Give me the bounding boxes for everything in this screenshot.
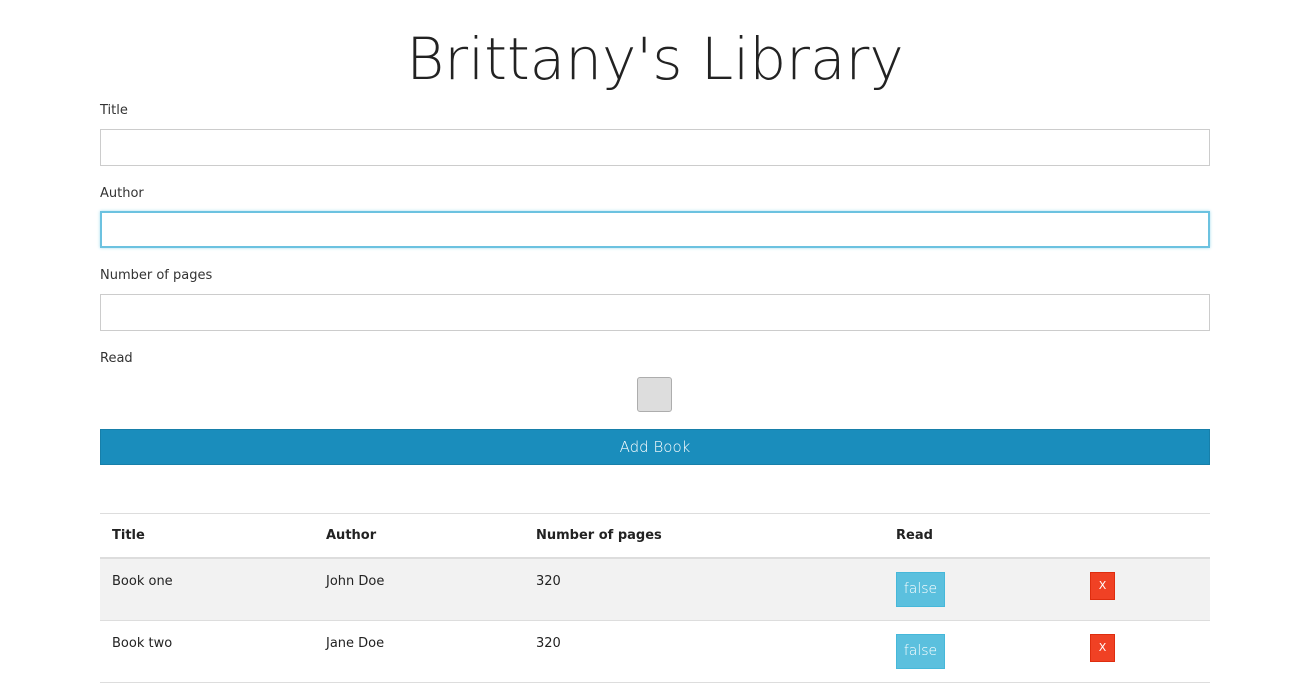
table-row: Book two Jane Doe 320 false X — [100, 621, 1210, 683]
header-read: Read — [896, 528, 933, 543]
book-author: John Doe — [326, 574, 385, 589]
title-label: Title — [100, 103, 128, 118]
author-input[interactable] — [100, 211, 1210, 248]
books-table: Title Author Number of pages Read Book o… — [100, 513, 1210, 683]
title-input[interactable] — [100, 129, 1210, 166]
read-checkbox[interactable] — [637, 377, 672, 412]
read-toggle-button[interactable]: false — [896, 634, 945, 669]
book-pages: 320 — [536, 636, 561, 651]
book-pages: 320 — [536, 574, 561, 589]
table-row: Book one John Doe 320 false X — [100, 559, 1210, 621]
book-title: Book two — [112, 636, 173, 651]
read-label: Read — [100, 351, 133, 366]
header-author: Author — [326, 528, 377, 543]
book-title: Book one — [112, 574, 173, 589]
read-toggle-button[interactable]: false — [896, 572, 945, 607]
page-title: Brittany's Library — [406, 25, 904, 93]
author-label: Author — [100, 186, 144, 201]
delete-book-button[interactable]: X — [1090, 634, 1115, 662]
add-book-button[interactable]: Add Book — [100, 429, 1210, 465]
header-title: Title — [112, 528, 145, 543]
table-header: Title Author Number of pages Read — [100, 514, 1210, 559]
pages-label: Number of pages — [100, 268, 213, 283]
pages-input[interactable] — [100, 294, 1210, 331]
book-author: Jane Doe — [326, 636, 385, 651]
header-pages: Number of pages — [536, 528, 662, 543]
delete-book-button[interactable]: X — [1090, 572, 1115, 600]
